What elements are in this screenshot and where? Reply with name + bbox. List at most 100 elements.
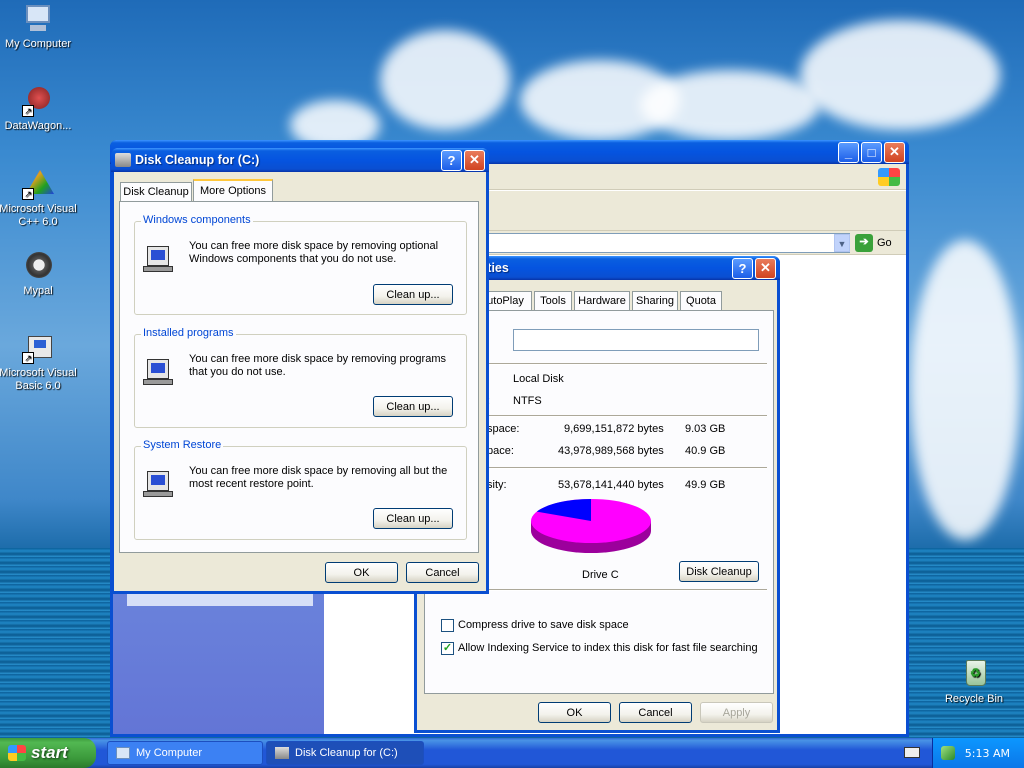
taskbar: start My Computer Disk Cleanup for (C:) …	[0, 738, 1024, 768]
start-button[interactable]: start	[0, 738, 96, 768]
tab-disk-cleanup[interactable]: Disk Cleanup	[120, 182, 192, 201]
close-button[interactable]: ✕	[755, 257, 776, 279]
desktop-icon-label: Mypal	[23, 285, 53, 297]
computer-setup-icon	[143, 242, 175, 274]
tab-label: utoPlay	[487, 295, 524, 307]
close-button[interactable]: ✕	[884, 141, 905, 163]
desktop-icon-label: Microsoft Visual Basic 6.0	[0, 367, 77, 392]
close-button[interactable]: ✕	[464, 149, 485, 171]
tab-label: Quota	[686, 295, 716, 307]
capacity-label: sity:	[487, 479, 507, 491]
my-computer-icon	[22, 3, 54, 35]
button-label: Clean up...	[386, 400, 440, 413]
group-description: You can free more disk space by removing…	[189, 465, 448, 490]
free-space-gb: 40.9 GB	[685, 445, 726, 457]
tab-label: Tools	[540, 295, 566, 307]
system-restore-group: System Restore You can free more disk sp…	[134, 439, 467, 540]
clean-up-windows-components-button[interactable]: Clean up...	[373, 284, 453, 305]
capacity-bytes: 53,678,141,440 bytes	[558, 479, 664, 491]
taskbar-item-my-computer[interactable]: My Computer	[107, 741, 263, 765]
windows-flag-icon	[8, 745, 26, 761]
help-button[interactable]: ?	[441, 149, 462, 171]
used-space-label: space:	[487, 423, 520, 435]
ok-button[interactable]: OK	[538, 702, 611, 723]
button-label: Apply	[722, 706, 751, 719]
button-label: Cancel	[638, 706, 673, 719]
tab-more-options[interactable]: More Options	[193, 179, 273, 201]
capacity-gb: 49.9 GB	[685, 479, 726, 491]
more-options-panel: Windows components You can free more dis…	[119, 201, 479, 553]
tab-label: Hardware	[578, 295, 626, 307]
drive-label: Drive C	[582, 569, 619, 581]
free-space-bytes: 43,978,989,568 bytes	[558, 445, 664, 457]
minimize-button[interactable]: _	[838, 141, 859, 163]
my-computer-icon	[116, 747, 130, 759]
indexing-service-checkbox[interactable]: ✓	[441, 642, 454, 655]
group-description: You can free more disk space by removing…	[189, 353, 446, 378]
start-label: start	[31, 743, 68, 762]
button-label: Cancel	[425, 566, 460, 579]
task-pane-panel	[127, 594, 313, 606]
button-label: OK	[566, 706, 583, 719]
go-button[interactable]: ➔ Go	[855, 233, 901, 253]
used-space-gb: 9.03 GB	[685, 423, 726, 435]
mypal-icon	[22, 250, 54, 282]
keyboard-icon[interactable]	[904, 747, 920, 758]
tab-label: More Options	[199, 185, 267, 197]
network-tray-icon[interactable]	[941, 746, 955, 760]
taskbar-item-disk-cleanup[interactable]: Disk Cleanup for (C:)	[266, 741, 424, 765]
computer-setup-icon	[143, 467, 175, 499]
cancel-button[interactable]: Cancel	[406, 562, 479, 583]
dialog-title: Disk Cleanup for (C:)	[135, 153, 260, 167]
tab-tools[interactable]: Tools	[534, 291, 572, 310]
address-dropdown-icon[interactable]: ▼	[834, 234, 850, 252]
visual-basic-icon: ↗	[22, 332, 54, 364]
desktop-icon-datawagon[interactable]: ↗ DataWagon...	[0, 85, 78, 133]
button-label: Clean up...	[386, 512, 440, 525]
system-tray: 5:13 AM	[932, 738, 1024, 768]
desktop-icon-mypal[interactable]: Mypal	[0, 250, 78, 298]
tab-hardware[interactable]: Hardware	[574, 291, 630, 310]
tab-sharing[interactable]: Sharing	[632, 291, 678, 310]
cancel-button[interactable]: Cancel	[619, 702, 692, 723]
desktop-icon-label: Recycle Bin	[944, 693, 1004, 705]
desktop-icon-recycle-bin[interactable]: ♻ Recycle Bin	[934, 658, 1014, 706]
disk-cleanup-icon	[115, 153, 131, 167]
help-button[interactable]: ?	[732, 257, 753, 279]
button-label: Clean up...	[386, 288, 440, 301]
desktop-icon-label: My Computer	[4, 38, 72, 50]
disk-cleanup-dialog[interactable]: Disk Cleanup for (C:) ? ✕ Disk Cleanup M…	[111, 148, 489, 594]
type-value: Local Disk	[513, 373, 564, 385]
task-label: Disk Cleanup for (C:)	[295, 747, 398, 759]
button-label: Disk Cleanup	[686, 565, 752, 578]
disk-cleanup-icon	[275, 747, 289, 759]
clock: 5:13 AM	[964, 746, 1010, 760]
desktop-icon-label: DataWagon...	[4, 120, 72, 132]
group-title: Windows components	[141, 214, 253, 226]
file-system-value: NTFS	[513, 395, 542, 407]
drive-label-input[interactable]	[513, 329, 759, 351]
desktop-icon-label: Microsoft Visual C++ 6.0	[0, 203, 77, 228]
go-arrow-icon: ➔	[855, 234, 873, 252]
group-description: You can free more disk space by removing…	[189, 240, 439, 265]
windows-components-group: Windows components You can free more dis…	[134, 214, 467, 315]
maximize-button[interactable]: □	[861, 141, 882, 163]
title-bar[interactable]: Disk Cleanup for (C:) ? ✕	[111, 148, 489, 172]
clean-up-system-restore-button[interactable]: Clean up...	[373, 508, 453, 529]
disk-usage-pie-chart	[531, 499, 651, 553]
ok-button[interactable]: OK	[325, 562, 398, 583]
apply-button[interactable]: Apply	[700, 702, 773, 723]
desktop-icon-my-computer[interactable]: My Computer	[0, 3, 78, 51]
tab-label: Disk Cleanup	[123, 186, 189, 198]
recycle-bin-icon: ♻	[958, 658, 990, 690]
go-label: Go	[877, 237, 892, 249]
windows-logo-icon	[878, 168, 900, 186]
compress-drive-checkbox[interactable]	[441, 619, 454, 632]
used-space-bytes: 9,699,151,872 bytes	[564, 423, 664, 435]
desktop-icon-visual-basic[interactable]: ↗ Microsoft Visual Basic 6.0	[0, 332, 78, 393]
datawagon-icon: ↗	[22, 85, 54, 117]
desktop-icon-visual-cpp[interactable]: ↗ Microsoft Visual C++ 6.0	[0, 168, 78, 229]
clean-up-installed-programs-button[interactable]: Clean up...	[373, 396, 453, 417]
disk-cleanup-button[interactable]: Disk Cleanup	[679, 561, 759, 582]
tab-quota[interactable]: Quota	[680, 291, 722, 310]
